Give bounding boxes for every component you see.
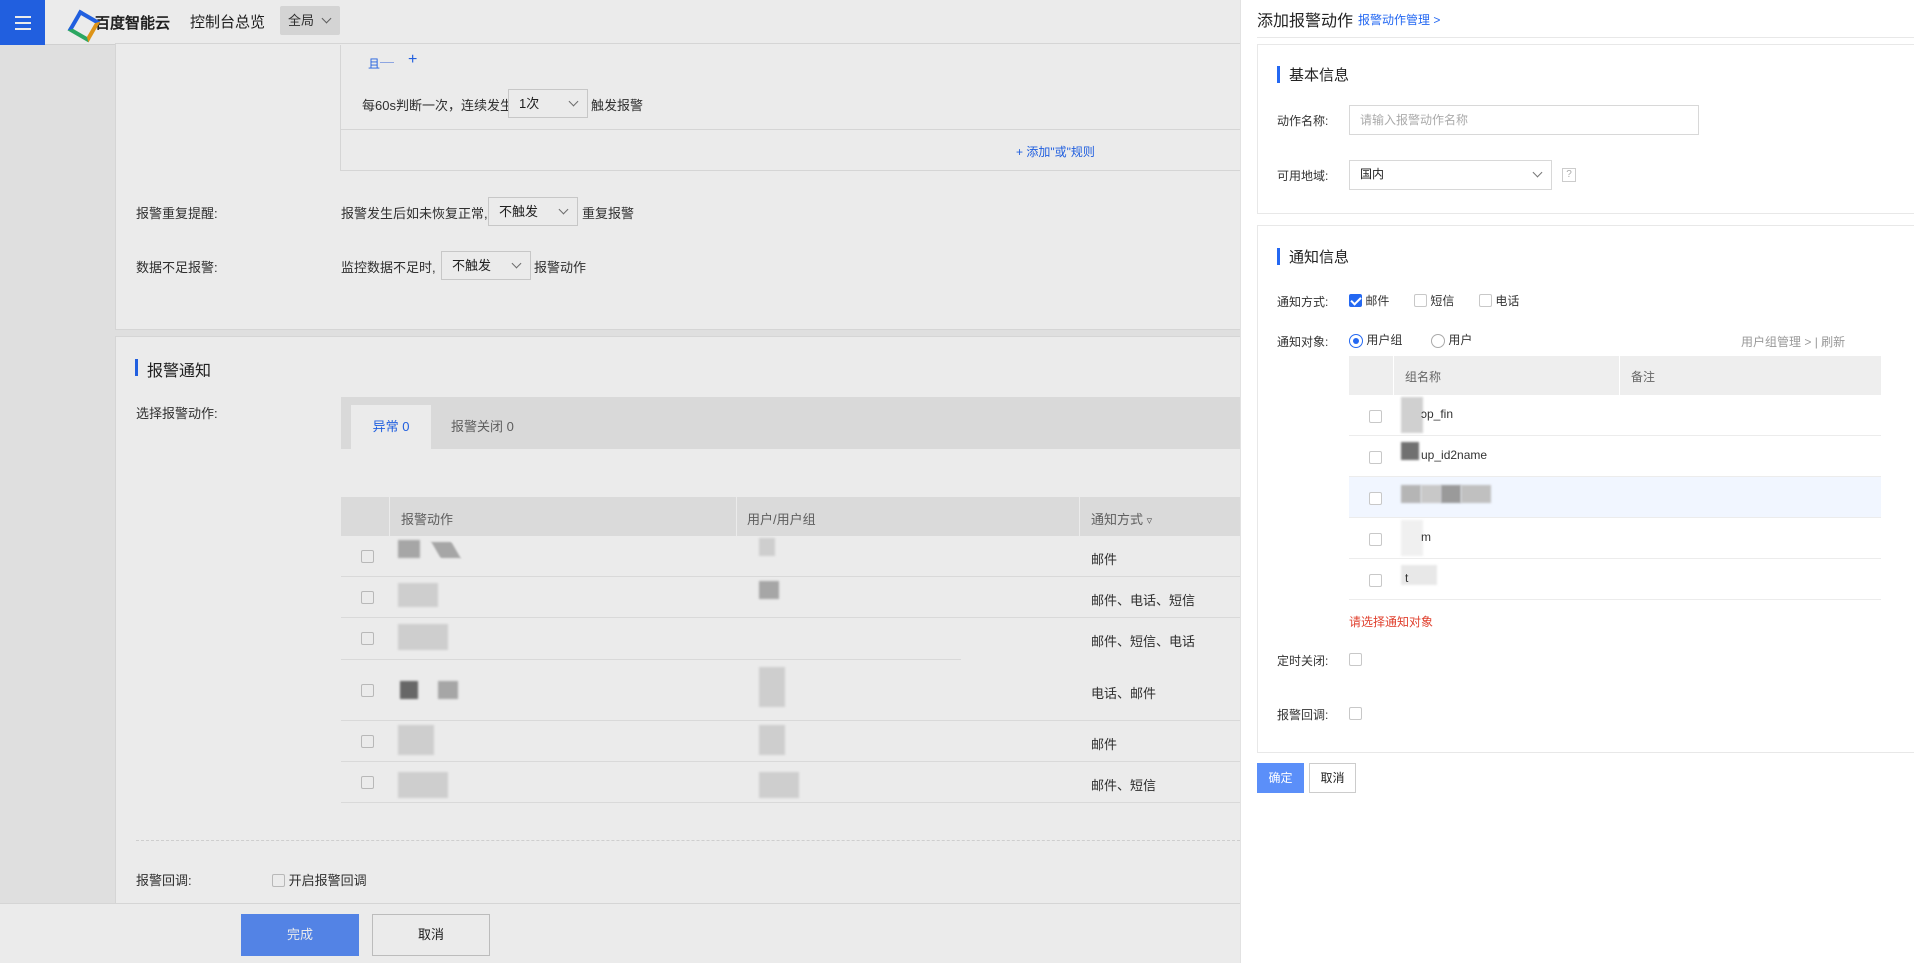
panel-callback-label: 报警回调: — [1277, 708, 1329, 722]
refresh-link[interactable]: 刷新 — [1821, 335, 1845, 349]
method-email-label: 邮件 — [1365, 294, 1390, 308]
method-phone[interactable]: 电话 — [1479, 292, 1519, 309]
action-manage-link[interactable]: 报警动作管理 > — [1358, 11, 1440, 28]
drawer-title: 添加报警动作 — [1257, 13, 1354, 30]
target-user-radio[interactable] — [1431, 333, 1445, 348]
target-usergroup-label: 用户组 — [1366, 333, 1403, 347]
col-remark: 备注 — [1631, 370, 1656, 384]
group-row-checkbox[interactable] — [1369, 574, 1382, 587]
region-label: 可用地域: — [1277, 169, 1329, 183]
basic-info-title: 基本信息 — [1277, 64, 1349, 85]
user-group-table: 组名称 备注 ɔp_fin up_id2name m t — [1349, 356, 1881, 600]
method-phone-checkbox[interactable] — [1479, 294, 1492, 307]
target-error: 请选择通知对象 — [1349, 615, 1434, 629]
drawer-header-divider — [1257, 37, 1914, 38]
group-row-checkbox[interactable] — [1369, 410, 1382, 423]
target-usergroup-radio[interactable] — [1349, 333, 1363, 348]
group-row[interactable]: t — [1349, 559, 1881, 600]
add-action-drawer: 添加报警动作 报警动作管理 > 基本信息 动作名称: 请输入报警动作名称 可用地… — [1240, 0, 1914, 963]
method-email[interactable]: 邮件 — [1349, 292, 1389, 309]
target-user-label: 用户 — [1448, 333, 1473, 347]
group-actions: 用户组管理 > | 刷新 — [1741, 335, 1846, 349]
group-row[interactable]: up_id2name — [1349, 436, 1881, 477]
group-name: m — [1421, 530, 1431, 544]
group-name: t — [1405, 571, 1409, 585]
group-row-checkbox[interactable] — [1369, 451, 1382, 464]
method-sms-checkbox[interactable] — [1414, 294, 1427, 307]
group-name: ɔp_fin — [1421, 407, 1454, 421]
panel-cancel-button[interactable]: 取消 — [1309, 763, 1356, 793]
panel-callback-checkbox[interactable] — [1349, 707, 1362, 720]
group-table-header: 组名称 备注 — [1349, 356, 1881, 395]
group-name: up_id2name — [1421, 448, 1488, 462]
group-manage-link[interactable]: 用户组管理 > — [1741, 335, 1811, 349]
confirm-button[interactable]: 确定 — [1257, 763, 1304, 793]
method-email-checkbox[interactable] — [1349, 294, 1362, 307]
action-name-label: 动作名称: — [1277, 114, 1329, 128]
group-row[interactable]: ɔp_fin — [1349, 395, 1881, 436]
group-row[interactable]: m — [1349, 518, 1881, 559]
help-icon[interactable]: ? — [1562, 168, 1576, 182]
timer-close-label: 定时关闭: — [1277, 654, 1329, 668]
col-group-name: 组名称 — [1405, 370, 1442, 384]
notify-info-title: 通知信息 — [1277, 246, 1349, 267]
action-name-input[interactable]: 请输入报警动作名称 — [1349, 105, 1699, 135]
region-select[interactable]: 国内 — [1349, 160, 1552, 190]
method-phone-label: 电话 — [1495, 294, 1520, 308]
group-row-checkbox[interactable] — [1369, 533, 1382, 546]
notify-target-label: 通知对象: — [1277, 335, 1329, 349]
group-row-checkbox[interactable] — [1369, 492, 1382, 505]
group-row[interactable] — [1349, 477, 1881, 518]
method-sms-label: 短信 — [1430, 294, 1455, 308]
target-user[interactable]: 用户 — [1431, 331, 1472, 348]
timer-close-checkbox[interactable] — [1349, 653, 1362, 666]
notify-method-label: 通知方式: — [1277, 295, 1329, 309]
method-sms[interactable]: 短信 — [1414, 292, 1454, 309]
target-usergroup[interactable]: 用户组 — [1349, 331, 1402, 348]
modal-overlay[interactable] — [0, 0, 1240, 963]
